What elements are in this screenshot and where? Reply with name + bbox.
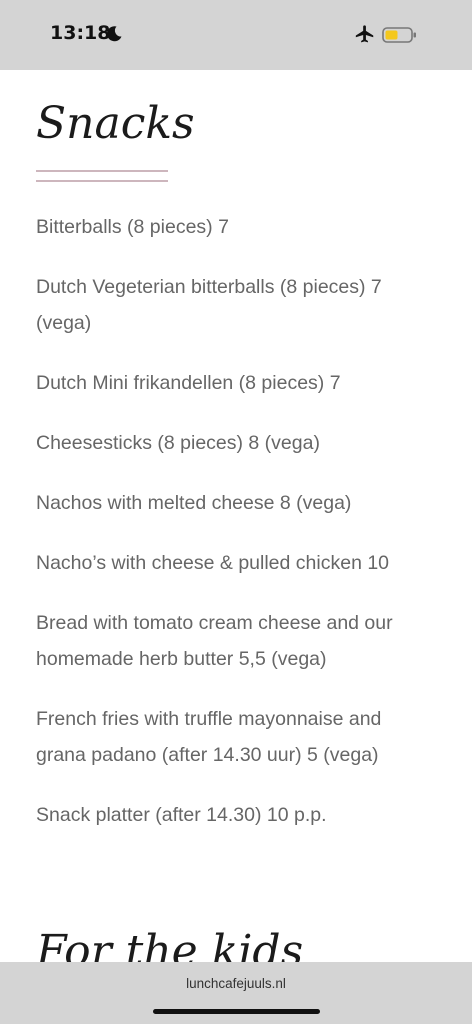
menu-item: Bitterballs (8 pieces) 7 <box>36 216 229 238</box>
menu-item: Nacho’s with cheese & pulled chicken 10 <box>36 552 390 574</box>
title-divider-bottom <box>36 180 168 182</box>
section-title-kids: For the kids <box>36 926 304 962</box>
menu-item: Dutch Vegeterian bitterballs (8 pieces) … <box>36 276 382 334</box>
page-content: Snacks Bitterballs (8 pieces) 7 Dutch Ve… <box>0 70 472 962</box>
moon-icon <box>107 26 122 42</box>
title-divider-top <box>36 170 168 172</box>
url-address[interactable]: lunchcafejuuls.nl <box>0 976 472 991</box>
menu-item: Snack platter (after 14.30) 10 p.p. <box>36 804 327 826</box>
battery-low-power-icon <box>382 27 416 43</box>
menu-item: Nachos with melted cheese 8 (vega) <box>36 492 352 514</box>
status-time: 13:18 <box>50 22 111 44</box>
home-indicator[interactable] <box>153 1009 320 1014</box>
menu-item: Dutch Mini frikandellen (8 pieces) 7 <box>36 372 341 394</box>
menu-item: Bread with tomato cream cheese and our h… <box>36 612 393 670</box>
menu-item: Cheesesticks (8 pieces) 8 (vega) <box>36 432 320 454</box>
browser-bottom-bar: lunchcafejuuls.nl <box>0 962 472 1024</box>
status-bar: 13:18 <box>0 0 472 70</box>
menu-item: French fries with truffle mayonnaise and… <box>36 708 382 766</box>
section-title-snacks: Snacks <box>36 98 195 149</box>
airplane-mode-icon <box>355 25 374 43</box>
